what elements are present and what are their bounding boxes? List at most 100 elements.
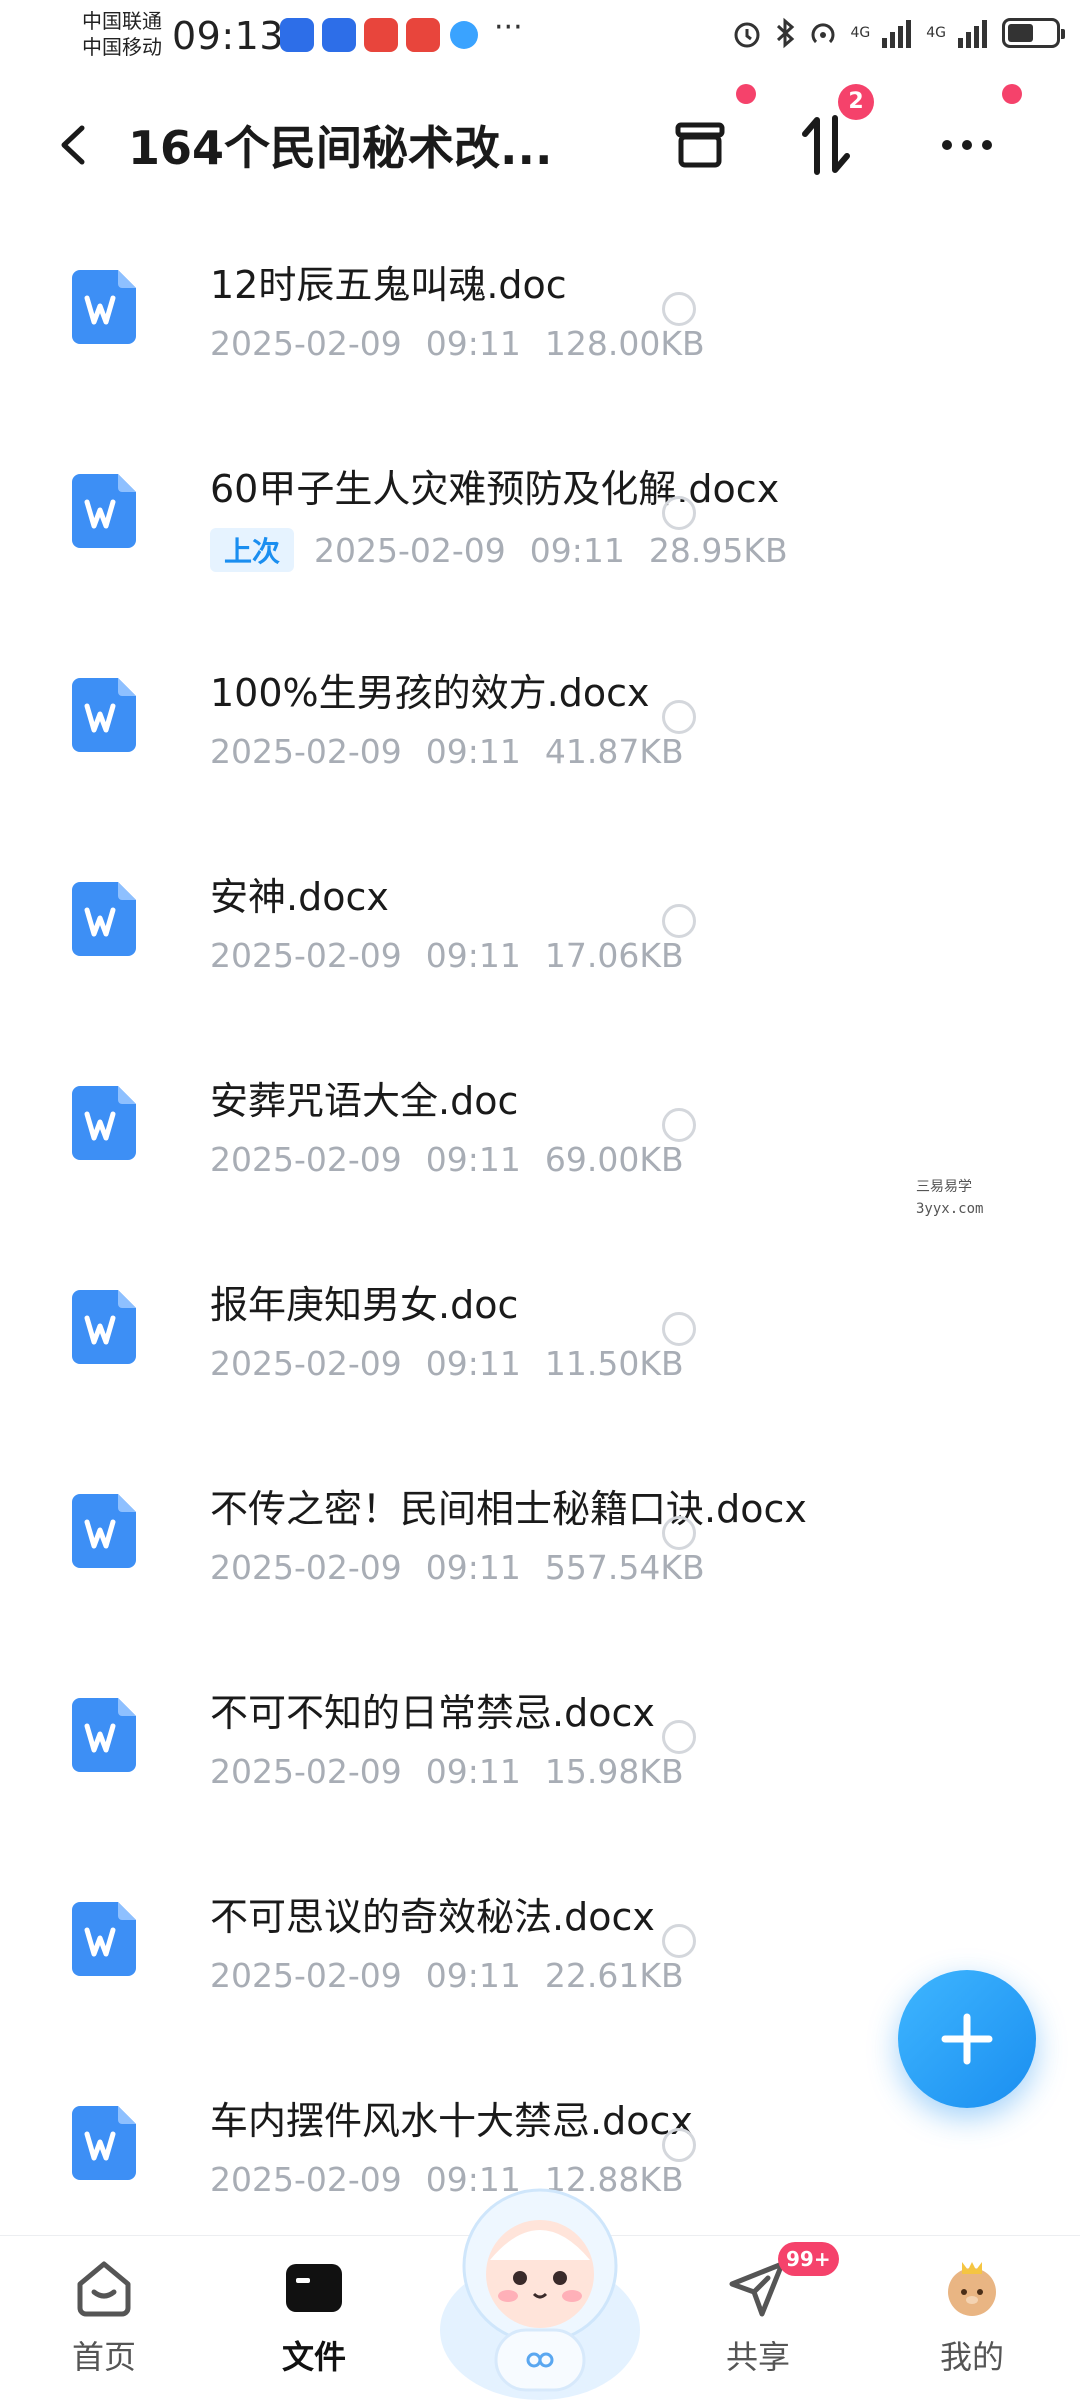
select-radio[interactable] bbox=[662, 1312, 696, 1346]
sort-button[interactable] bbox=[792, 110, 862, 180]
file-name: 12时辰五鬼叫魂.doc bbox=[210, 263, 567, 307]
word-doc-icon bbox=[72, 678, 136, 752]
folder-icon bbox=[282, 2256, 346, 2320]
watermark-line-2: 3yyx.com bbox=[916, 1201, 984, 1217]
file-date: 2025-02-09 bbox=[210, 1752, 402, 1791]
select-radio[interactable] bbox=[662, 700, 696, 734]
file-name: 不传之密！民间相士秘籍口诀.docx bbox=[210, 1487, 807, 1531]
status-time: 09:13 bbox=[172, 14, 285, 58]
file-date: 2025-02-09 bbox=[210, 1956, 402, 1995]
hotspot-icon bbox=[811, 23, 835, 44]
browser-app-icon bbox=[450, 21, 478, 49]
watermark: 三易易学 3yyx.com bbox=[916, 1176, 983, 1220]
file-row[interactable]: 60甲子生人灾难预防及化解.docx 上次 2025-02-09 09:11 28.9… bbox=[0, 422, 1080, 626]
file-date: 2025-02-09 bbox=[210, 1344, 402, 1383]
file-size: 557.54KB bbox=[544, 1548, 705, 1587]
file-time: 09:11 bbox=[425, 1752, 521, 1791]
nav-mine[interactable]: 我的 bbox=[912, 2256, 1032, 2378]
file-date: 2025-02-09 bbox=[210, 1140, 402, 1179]
word-doc-icon bbox=[72, 2106, 136, 2180]
more-icon bbox=[942, 140, 992, 150]
file-row[interactable]: 不传之密！民间相士秘籍口诀.docx 2025-02-09 09:11 557.54… bbox=[0, 1442, 1080, 1646]
file-size: 15.98KB bbox=[544, 1752, 684, 1791]
file-row[interactable]: 100%生男孩的效方.docx 2025-02-09 09:11 41.87KB bbox=[0, 626, 1080, 830]
carrier-2: 中国移动 bbox=[82, 35, 162, 59]
signal-label-2: 4G bbox=[926, 25, 946, 41]
file-size: 128.00KB bbox=[544, 324, 705, 363]
file-meta: 上次 2025-02-09 09:11 28.95KB bbox=[210, 528, 788, 572]
nav-files-label: 文件 bbox=[281, 2338, 346, 2376]
word-doc-icon bbox=[72, 1494, 136, 1568]
archive-icon bbox=[675, 122, 725, 168]
file-meta: 2025-02-09 09:11 557.54KB bbox=[210, 1548, 705, 1587]
file-size: 28.95KB bbox=[648, 530, 788, 570]
file-size: 22.61KB bbox=[544, 1956, 684, 1995]
more-notifications-icon: ··· bbox=[494, 10, 523, 45]
file-name: 不可不知的日常禁忌.docx bbox=[210, 1691, 655, 1735]
back-arrow-icon[interactable] bbox=[50, 120, 100, 170]
notification-app-icon bbox=[406, 18, 440, 52]
file-meta: 2025-02-09 09:11 41.87KB bbox=[210, 732, 684, 771]
select-radio[interactable] bbox=[662, 2128, 696, 2162]
select-radio[interactable] bbox=[662, 1720, 696, 1754]
system-icons: 4G 4G bbox=[730, 16, 1065, 50]
file-date: 2025-02-09 bbox=[210, 2160, 402, 2199]
last-opened-tag: 上次 bbox=[210, 528, 295, 572]
select-radio[interactable] bbox=[662, 1108, 696, 1142]
file-meta: 2025-02-09 09:11 11.50KB bbox=[210, 1344, 684, 1383]
notification-app-icon bbox=[322, 18, 356, 52]
carrier-labels: 中国联通 中国移动 bbox=[82, 8, 162, 60]
file-size: 69.00KB bbox=[544, 1140, 684, 1179]
word-doc-icon bbox=[72, 1902, 136, 1976]
share-badge: 99+ bbox=[778, 2242, 839, 2276]
file-date: 2025-02-09 bbox=[210, 936, 402, 975]
file-time: 09:11 bbox=[425, 1956, 521, 1995]
file-meta: 2025-02-09 09:11 17.06KB bbox=[210, 936, 684, 975]
nav-files[interactable]: 文件 bbox=[254, 2256, 374, 2378]
signal-label-1: 4G bbox=[850, 25, 871, 41]
file-meta: 2025-02-09 09:11 15.98KB bbox=[210, 1752, 684, 1791]
file-date: 2025-02-09 bbox=[210, 732, 402, 771]
file-size: 41.87KB bbox=[544, 732, 684, 771]
battery-icon bbox=[1002, 18, 1065, 48]
file-row[interactable]: 12时辰五鬼叫魂.doc 2025-02-09 09:11 128.00KB bbox=[0, 218, 1080, 422]
carrier-1: 中国联通 bbox=[82, 9, 162, 33]
word-doc-icon bbox=[72, 474, 136, 548]
file-time: 09:11 bbox=[425, 1140, 521, 1179]
word-doc-icon bbox=[72, 882, 136, 956]
file-time: 09:11 bbox=[425, 1548, 521, 1587]
file-name: 100%生男孩的效方.docx bbox=[210, 671, 650, 715]
file-row[interactable]: 不可不知的日常禁忌.docx 2025-02-09 09:11 15.98KB bbox=[0, 1646, 1080, 1850]
signal-icon bbox=[882, 20, 912, 48]
file-time: 09:11 bbox=[425, 324, 521, 363]
select-radio[interactable] bbox=[662, 904, 696, 938]
nav-home[interactable]: 首页 bbox=[44, 2256, 164, 2378]
signal-icon bbox=[958, 20, 987, 48]
nav-mine-label: 我的 bbox=[939, 2338, 1004, 2376]
archive-button[interactable] bbox=[665, 110, 735, 180]
select-radio[interactable] bbox=[662, 1516, 696, 1550]
home-icon bbox=[72, 2256, 136, 2320]
word-doc-icon bbox=[72, 270, 136, 344]
add-button[interactable] bbox=[898, 1970, 1036, 2108]
file-meta: 2025-02-09 09:11 128.00KB bbox=[210, 324, 705, 363]
file-name: 报年庚知男女.doc bbox=[210, 1283, 519, 1327]
file-name: 安葬咒语大全.doc bbox=[210, 1079, 519, 1123]
select-radio[interactable] bbox=[662, 292, 696, 326]
select-radio[interactable] bbox=[662, 496, 696, 530]
bluetooth-icon bbox=[777, 17, 795, 49]
assistant-mascot-button[interactable] bbox=[430, 2170, 650, 2400]
plus-icon bbox=[941, 2013, 993, 2065]
file-name: 车内摆件风水十大禁忌.docx bbox=[210, 2099, 693, 2143]
nav-home-label: 首页 bbox=[71, 2338, 136, 2376]
archive-notification-dot bbox=[736, 84, 756, 104]
file-date: 2025-02-09 bbox=[210, 324, 402, 363]
select-radio[interactable] bbox=[662, 1924, 696, 1958]
sort-badge: 2 bbox=[838, 84, 874, 120]
file-row[interactable]: 报年庚知男女.doc 2025-02-09 09:11 11.50KB bbox=[0, 1238, 1080, 1442]
file-row[interactable]: 安神.docx 2025-02-09 09:11 17.06KB bbox=[0, 830, 1080, 1034]
top-bar: 164个民间秘术改... 2 bbox=[0, 84, 1080, 190]
file-time: 09:11 bbox=[425, 732, 521, 771]
more-options-button[interactable] bbox=[932, 110, 1002, 180]
file-list: 12时辰五鬼叫魂.doc 2025-02-09 09:11 128.00KB 60甲… bbox=[0, 218, 1080, 2258]
